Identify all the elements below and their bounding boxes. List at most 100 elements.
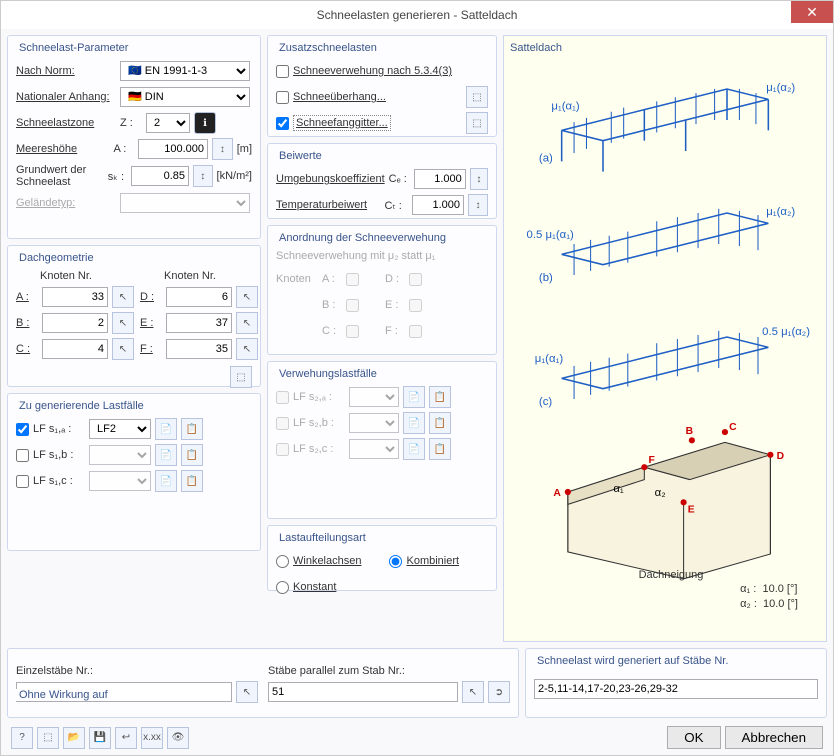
sk-stepper[interactable]: ↕ — [193, 165, 213, 187]
group-title-params: Schneelast-Parameter — [16, 42, 131, 54]
verwehung-check[interactable] — [276, 65, 289, 78]
node-a-input[interactable] — [42, 287, 108, 307]
bottom-row: Ohne Wirkung auf Einzelstäbe Nr.: ↖ Stäb… — [1, 648, 833, 720]
vf-b-check — [276, 417, 289, 430]
precision-button[interactable]: x.xx — [141, 727, 163, 749]
zone-label: Schneelastzone — [16, 117, 116, 129]
group-lastauf: Lastaufteilungsart Winkelachsen Kombinie… — [267, 525, 497, 591]
save-button[interactable]: 💾 — [89, 727, 111, 749]
node-b-input[interactable] — [42, 313, 108, 333]
lf-b-edit-btn[interactable]: 📋 — [181, 444, 203, 466]
group-geometry: Dachgeometrie Knoten Nr. A :↖ B :↖ C :↖ … — [7, 245, 261, 387]
vf-a-edit-btn: 📋 — [429, 386, 451, 408]
node-c-input[interactable] — [42, 339, 108, 359]
zone-select[interactable]: 2 — [146, 113, 190, 133]
node-d-input[interactable] — [166, 287, 232, 307]
alt-stepper[interactable]: ↕ — [212, 138, 233, 160]
vf-b-new-btn: 📄 — [403, 412, 425, 434]
group-title-zusatz: Zusatzschneelasten — [276, 42, 380, 54]
radio-winkel[interactable] — [276, 555, 289, 568]
lf-c-new-btn[interactable]: 📄 — [155, 470, 177, 492]
lf-b-select — [89, 445, 151, 465]
lf-a-new-btn[interactable]: 📄 — [155, 418, 177, 440]
default-button[interactable]: ↩ — [115, 727, 137, 749]
roof-diagram-svg: (a) (b) (c) μ₁(α₁) μ₁(α₂) 0.5 μ₁(α₁) μ₁(… — [510, 58, 820, 616]
ct-input[interactable] — [412, 195, 464, 215]
help-button[interactable]: ? — [11, 727, 33, 749]
cancel-button[interactable]: Abbrechen — [725, 726, 823, 749]
right-column: Satteldach — [503, 35, 827, 642]
annex-select[interactable]: 🇩🇪 DIN — [120, 87, 250, 107]
geometry-extra-btn[interactable]: ⬚ — [230, 366, 252, 388]
generated-input[interactable] — [534, 679, 818, 699]
neigung-label: Dachneigung — [510, 569, 832, 581]
svg-text:D: D — [777, 451, 785, 462]
knoten-header-right: Knoten Nr. — [140, 270, 258, 282]
parallel-input[interactable] — [268, 682, 458, 702]
vf-a-select — [349, 387, 399, 407]
einzel-pick-btn[interactable]: ↖ — [236, 681, 258, 703]
ueberhang-check[interactable] — [276, 91, 289, 104]
pick-c-icon[interactable]: ↖ — [112, 338, 134, 360]
radio-kombi[interactable] — [389, 555, 402, 568]
an-b-check — [346, 299, 359, 312]
an-f-check — [409, 325, 422, 338]
lf-a-check[interactable] — [16, 423, 29, 436]
diagram-panel: Satteldach — [503, 35, 827, 642]
alt-unit: [m] — [237, 143, 252, 155]
preview-button[interactable]: 👁 — [167, 727, 189, 749]
vf-c-select — [349, 439, 399, 459]
sk-unit: [kN/m²] — [217, 170, 252, 182]
alt-sym: A : — [113, 143, 134, 155]
node-e-input[interactable] — [166, 313, 232, 333]
an-a-check — [346, 273, 359, 286]
svg-text:A: A — [553, 488, 561, 499]
group-anordnung: Anordnung der Schneeverwehung Schneeverw… — [267, 225, 497, 355]
radio-konst[interactable] — [276, 581, 289, 594]
footer: ? ⬚ 📂 💾 ↩ x.xx 👁 OK Abbrechen — [1, 720, 833, 755]
terrain-select — [120, 193, 250, 213]
gitter-check[interactable] — [276, 117, 289, 130]
pick-f-icon[interactable]: ↖ — [236, 338, 258, 360]
group-loadcases: Zu generierende Lastfälle LF s₁,ₐ :LF2📄📋… — [7, 393, 261, 551]
svg-text:(a): (a) — [539, 152, 553, 164]
group-ohne-wirkung: Ohne Wirkung auf Einzelstäbe Nr.: ↖ Stäb… — [7, 648, 519, 718]
parallel-apply-btn[interactable]: ➲ — [488, 681, 510, 703]
lf-c-check[interactable] — [16, 475, 29, 488]
diagram-title: Satteldach — [510, 42, 820, 54]
an-e-check — [409, 299, 422, 312]
node-f-input[interactable] — [166, 339, 232, 359]
open-button[interactable]: 📂 — [63, 727, 85, 749]
lf-a-edit-btn[interactable]: 📋 — [181, 418, 203, 440]
parallel-pick-btn[interactable]: ↖ — [462, 681, 484, 703]
zone-sym: Z : — [120, 117, 142, 129]
ce-input[interactable] — [414, 169, 466, 189]
ct-stepper[interactable]: ↕ — [468, 194, 488, 216]
slope-values: α₁ : 10.0 [°] α₂ : 10.0 [°] — [740, 582, 798, 611]
knoten-header-left: Knoten Nr. — [16, 270, 134, 282]
group-beiwerte: Beiwerte UmgebungskoeffizientCₑ :↕ Tempe… — [267, 143, 497, 219]
alt-label: Meereshöhe — [16, 143, 109, 155]
lf-c-edit-btn[interactable]: 📋 — [181, 470, 203, 492]
pick-b-icon[interactable]: ↖ — [112, 312, 134, 334]
content: Schneelast-Parameter Nach Norm: 🇪🇺 EN 19… — [1, 29, 833, 648]
pick-d-icon[interactable]: ↖ — [236, 286, 258, 308]
lf-b-check[interactable] — [16, 449, 29, 462]
group-title-vf: Verwehungslastfälle — [276, 368, 380, 380]
mid-column: Zusatzschneelasten Schneeverwehung nach … — [267, 35, 497, 642]
lf-b-new-btn[interactable]: 📄 — [155, 444, 177, 466]
ok-button[interactable]: OK — [667, 726, 720, 749]
ueberhang-btn[interactable]: ⬚ — [466, 86, 488, 108]
tool1-button[interactable]: ⬚ — [37, 727, 59, 749]
zone-info-button[interactable]: ℹ — [194, 112, 216, 134]
pick-e-icon[interactable]: ↖ — [236, 312, 258, 334]
ce-stepper[interactable]: ↕ — [470, 168, 488, 190]
sk-input[interactable] — [131, 166, 189, 186]
pick-a-icon[interactable]: ↖ — [112, 286, 134, 308]
vf-c-edit-btn: 📋 — [429, 438, 451, 460]
norm-select[interactable]: 🇪🇺 EN 1991-1-3 — [120, 61, 250, 81]
alt-input[interactable] — [138, 139, 208, 159]
close-button[interactable]: ✕ — [791, 1, 833, 23]
gitter-btn[interactable]: ⬚ — [466, 112, 488, 134]
lf-a-select[interactable]: LF2 — [89, 419, 151, 439]
